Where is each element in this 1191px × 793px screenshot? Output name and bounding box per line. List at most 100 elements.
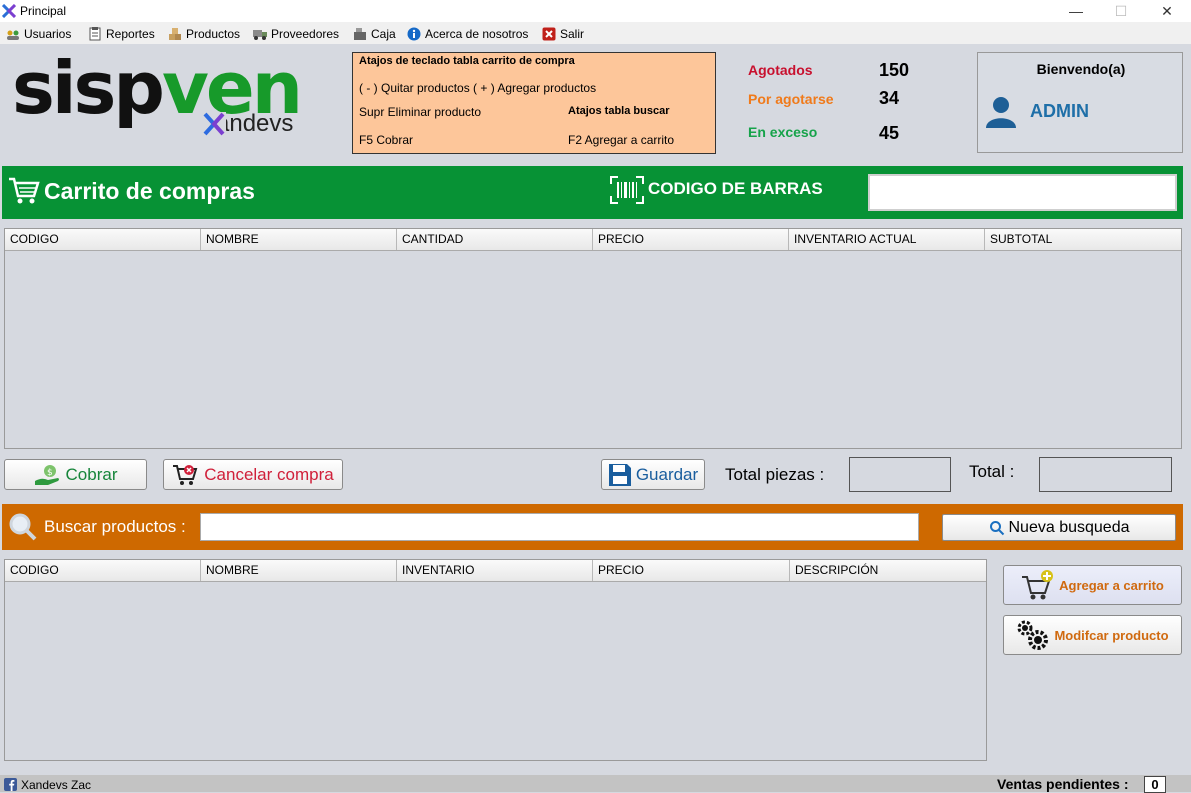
modificar-producto-button[interactable]: Modifcar producto (1003, 615, 1182, 655)
prod-col-descripcion[interactable]: DESCRIPCIÓN (790, 560, 986, 581)
menu-caja-label: Caja (371, 27, 396, 41)
agregar-carrito-label: Agregar a carrito (1059, 577, 1164, 593)
menu-proveedores[interactable]: Proveedores (253, 25, 339, 43)
products-table[interactable]: CODIGO NOMBRE INVENTARIO PRECIO DESCRIPC… (4, 559, 987, 761)
welcome-title: Bienvendo(a) (1036, 61, 1126, 77)
total-piezas-box (849, 457, 951, 492)
magnifier-icon (9, 513, 37, 541)
cart-col-precio[interactable]: PRECIO (593, 229, 789, 250)
nueva-busqueda-label: Nueva busqueda (1008, 518, 1130, 536)
cart-col-cantidad[interactable]: CANTIDAD (397, 229, 593, 250)
agregar-carrito-button[interactable]: Agregar a carrito (1003, 565, 1182, 605)
maximize-button[interactable]: ☐ (1098, 0, 1144, 22)
user-icon (986, 97, 1016, 128)
prod-col-inventario[interactable]: INVENTARIO (397, 560, 593, 581)
minimize-button[interactable]: — (1053, 0, 1099, 22)
shortcut-line-3: F5 Cobrar (359, 133, 414, 147)
admin-user-name: ADMIN (1030, 101, 1089, 121)
logo-text-a: sisp (12, 46, 165, 130)
total-box (1039, 457, 1172, 492)
total-label: Total : (969, 462, 1015, 481)
status-bar: Xandevs Zac Ventas pendientes : 0 (0, 775, 1191, 793)
info-icon (407, 27, 421, 41)
welcome-panel: Bienvendo(a) ADMIN (977, 52, 1183, 153)
shortcuts-title: Atajos de teclado tabla carrito de compr… (359, 55, 575, 67)
menu-caja[interactable]: Caja (353, 25, 396, 43)
shortcut-line-2: Supr Eliminar producto (359, 105, 482, 119)
cart-table-header: CODIGO NOMBRE CANTIDAD PRECIO INVENTARIO… (5, 229, 1181, 251)
prod-col-precio[interactable]: PRECIO (593, 560, 790, 581)
cobrar-button[interactable]: $ Cobrar (4, 459, 147, 490)
menu-usuarios[interactable]: Usuarios (6, 25, 71, 43)
exit-icon (542, 27, 556, 41)
svg-text:$: $ (47, 468, 53, 478)
menu-salir-label: Salir (560, 27, 585, 41)
app-logo-icon (2, 4, 16, 18)
cart-col-nombre[interactable]: NOMBRE (201, 229, 397, 250)
menu-usuarios-label: Usuarios (24, 27, 72, 41)
nueva-busqueda-button[interactable]: Nueva busqueda (942, 514, 1176, 541)
exceso-value: 45 (879, 123, 900, 143)
shortcut-line-1: ( - ) Quitar productos ( + ) Agregar pro… (359, 81, 597, 95)
cash-register-icon (354, 28, 366, 40)
guardar-button[interactable]: Guardar (601, 459, 705, 490)
search-icon (989, 520, 1004, 535)
cart-header: Carrito de compras CODIGO DE BARRAS (2, 166, 1183, 219)
agotados-value: 150 (879, 60, 910, 80)
barcode-icon (610, 176, 644, 204)
cart-cancel-icon (173, 464, 198, 485)
prod-col-codigo[interactable]: CODIGO (5, 560, 201, 581)
logo-x-mark-icon (203, 112, 225, 136)
agotados-label: Agotados (748, 62, 813, 78)
search-input[interactable] (200, 513, 919, 541)
menu-productos[interactable]: Productos (168, 25, 240, 43)
search-label: Buscar productos : (44, 517, 186, 536)
menu-acerca-label: Acerca de nosotros (425, 27, 529, 41)
cancelar-label: Cancelar compra (204, 464, 334, 484)
add-to-cart-icon (1022, 570, 1054, 600)
prod-col-nombre[interactable]: NOMBRE (201, 560, 397, 581)
cart-col-codigo[interactable]: CODIGO (5, 229, 201, 250)
por-agotarse-label: Por agotarse (748, 91, 834, 107)
por-agotarse-value: 34 (879, 88, 900, 108)
products-table-header: CODIGO NOMBRE INVENTARIO PRECIO DESCRIPC… (5, 560, 986, 582)
facebook-icon (4, 778, 17, 791)
cancelar-compra-button[interactable]: Cancelar compra (163, 459, 343, 490)
menu-reportes-label: Reportes (106, 27, 155, 41)
cobrar-label: Cobrar (65, 464, 118, 484)
guardar-label: Guardar (635, 464, 699, 484)
boxes-icon (169, 28, 181, 40)
clipboard-icon (89, 27, 101, 41)
exceso-label: En exceso (748, 124, 818, 140)
shortcut-search-line: F2 Agregar a carrito (568, 133, 675, 147)
cart-col-inventario[interactable]: INVENTARIO ACTUAL (789, 229, 985, 250)
gears-icon (1017, 620, 1049, 650)
pending-sales-label: Ventas pendientes : (997, 776, 1129, 792)
shortcuts-panel: Atajos de teclado tabla carrito de compr… (352, 52, 716, 154)
shopping-cart-icon (9, 177, 40, 204)
barcode-input[interactable] (868, 174, 1177, 211)
status-company: Xandevs Zac (21, 778, 92, 792)
save-icon (608, 463, 631, 486)
users-icon (7, 30, 19, 40)
menu-reportes[interactable]: Reportes (88, 25, 155, 43)
menu-salir[interactable]: Salir (542, 25, 584, 43)
menu-productos-label: Productos (186, 27, 241, 41)
cart-col-subtotal[interactable]: SUBTOTAL (985, 229, 1181, 250)
modificar-producto-label: Modifcar producto (1054, 627, 1169, 643)
title-bar: Principal — ☐ ✕ (0, 0, 1191, 22)
close-button[interactable]: ✕ (1144, 0, 1190, 22)
search-bar: Buscar productos : Nueva busqueda (2, 504, 1183, 550)
shortcuts-search-title: Atajos tabla buscar (568, 105, 670, 117)
menu-proveedores-label: Proveedores (271, 27, 340, 41)
money-hand-icon: $ (34, 464, 59, 485)
cart-title: Carrito de compras (44, 178, 255, 204)
barcode-label: CODIGO DE BARRAS (648, 179, 823, 198)
truck-icon (253, 30, 267, 40)
window-title: Principal (20, 4, 67, 18)
total-piezas-label: Total piezas : (725, 465, 825, 484)
pending-sales-value: 0 (1144, 776, 1166, 793)
menu-acerca[interactable]: Acerca de nosotros (407, 25, 528, 43)
cart-table[interactable]: CODIGO NOMBRE CANTIDAD PRECIO INVENTARIO… (4, 228, 1182, 449)
menu-bar: Usuarios Reportes Productos Proveedores … (0, 22, 1191, 44)
